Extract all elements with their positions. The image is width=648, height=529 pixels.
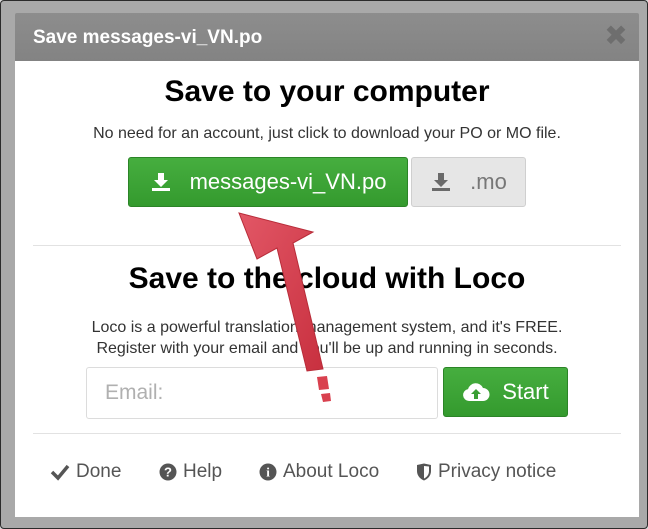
about-loco-link[interactable]: i About Loco [259,461,379,483]
dialog-titlebar: Save messages-vi_VN.po ✖ [15,13,639,61]
download-mo-label: .mo [470,169,507,194]
save-cloud-heading: Save to the cloud with Loco [128,262,526,295]
shield-icon [416,463,432,481]
save-computer-heading: Save to your computer [164,75,490,108]
save-dialog: Save messages-vi_VN.po ✖ Save to your co… [0,0,648,529]
privacy-notice-label: Privacy notice [438,461,557,482]
dialog-footer: Done ? Help i About Loco Privacy notice [15,461,639,491]
done-label: Done [76,461,122,482]
info-circle-icon: i [259,463,277,481]
question-circle-icon: ? [159,463,177,481]
cloud-description-line: Loco is a powerful translation managemen… [91,319,563,336]
about-loco-label: About Loco [283,461,380,482]
start-label: Start [502,379,549,404]
cloud-upload-icon [462,381,490,403]
download-icon [150,171,172,193]
cloud-description-line: Register with your email and you'll be u… [96,340,558,357]
download-po-label: messages-vi_VN.po [189,169,387,194]
email-input[interactable] [86,367,438,419]
start-button[interactable]: Start [443,367,568,417]
done-link[interactable]: Done [50,461,121,483]
save-computer-description: No need for an account, just click to do… [93,125,561,142]
section-divider [33,433,621,434]
svg-text:i: i [266,465,270,480]
close-icon[interactable]: ✖ [603,22,629,50]
download-icon [430,171,452,193]
help-label: Help [183,461,223,482]
download-mo-button[interactable]: .mo [411,157,526,207]
dialog-title: Save messages-vi_VN.po [33,27,263,48]
help-link[interactable]: ? Help [159,461,222,483]
download-po-button[interactable]: messages-vi_VN.po [128,157,408,207]
privacy-notice-link[interactable]: Privacy notice [416,461,556,483]
dialog-body: Save to your computer No need for an acc… [15,61,639,517]
svg-text:?: ? [164,465,172,480]
save-cloud-description: Loco is a powerful translation managemen… [15,317,639,359]
checkmark-icon [50,463,70,481]
section-divider [33,245,621,246]
